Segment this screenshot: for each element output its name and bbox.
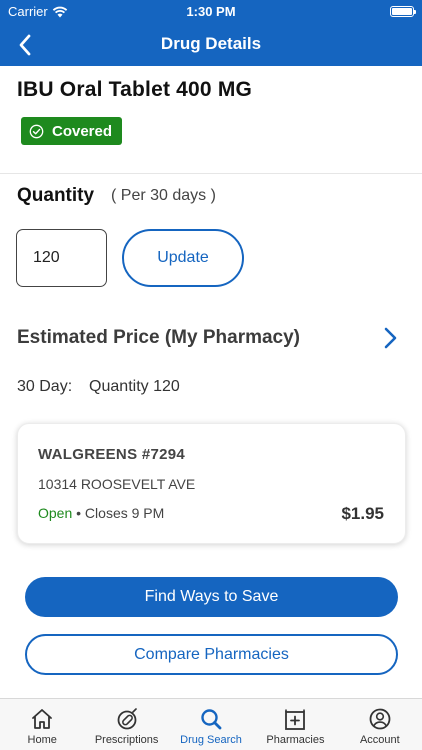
navigation-bar: Drug Details (0, 24, 422, 66)
drug-name: IBU Oral Tablet 400 MG (17, 78, 253, 101)
tab-account[interactable]: Account (338, 699, 422, 750)
tab-pharmacies-label: Pharmacies (266, 734, 325, 746)
home-icon (32, 709, 53, 729)
pharmacy-icon (285, 709, 306, 730)
status-time: 1:30 PM (186, 4, 236, 19)
pharmacy-card[interactable]: WALGREENS #7294 10314 ROOSEVELT AVE Open… (17, 423, 406, 544)
coverage-badge: Covered (21, 117, 123, 145)
period-label: 30 Day: (17, 378, 73, 395)
tab-bar: Home Prescriptions Drug Search Pharmacie… (0, 698, 422, 750)
find-ways-to-save-button[interactable]: Find Ways to Save (25, 577, 398, 617)
battery-icon (390, 6, 416, 17)
pharmacy-name: WALGREENS #7294 (38, 446, 186, 463)
drug-header: IBU Oral Tablet 400 MG Covered (0, 66, 422, 174)
tab-prescriptions[interactable]: Prescriptions (84, 699, 168, 750)
quantity-period: ( Per 30 days ) (111, 187, 216, 204)
chevron-right-icon[interactable] (380, 326, 400, 350)
tab-prescriptions-label: Prescriptions (94, 734, 159, 746)
page-title: Drug Details (160, 34, 262, 53)
tab-drug-search[interactable]: Drug Search (169, 699, 253, 750)
tab-pharmacies[interactable]: Pharmacies (253, 699, 337, 750)
account-icon (369, 708, 391, 730)
check-circle-icon (29, 124, 44, 138)
update-button[interactable]: Update (122, 229, 244, 287)
pharmacy-status: Open • Closes 9 PM (38, 505, 164, 521)
pharmacy-price: $1.95 (341, 504, 384, 523)
quantity-input[interactable] (16, 229, 107, 287)
tab-home[interactable]: Home (0, 699, 84, 750)
estimated-price-heading: Estimated Price (My Pharmacy) (17, 327, 301, 348)
open-status: Open (38, 505, 73, 521)
tab-account-label: Account (359, 734, 400, 746)
pharmacy-address: 10314 ROOSEVELT AVE (38, 476, 196, 492)
quantity-label: Quantity (17, 185, 95, 206)
pill-icon (117, 708, 137, 730)
closing-hours: • Closes 9 PM (76, 505, 165, 521)
search-icon (201, 709, 222, 730)
coverage-label: Covered (52, 122, 113, 140)
tab-home-label: Home (27, 734, 57, 746)
tab-drug-search-label: Drug Search (180, 734, 242, 746)
price-period-row: 30 Day: Quantity 120 (17, 378, 180, 396)
period-quantity: Quantity 120 (89, 378, 180, 395)
status-bar: Carrier 1:30 PM (0, 0, 422, 24)
compare-pharmacies-button[interactable]: Compare Pharmacies (25, 634, 398, 675)
